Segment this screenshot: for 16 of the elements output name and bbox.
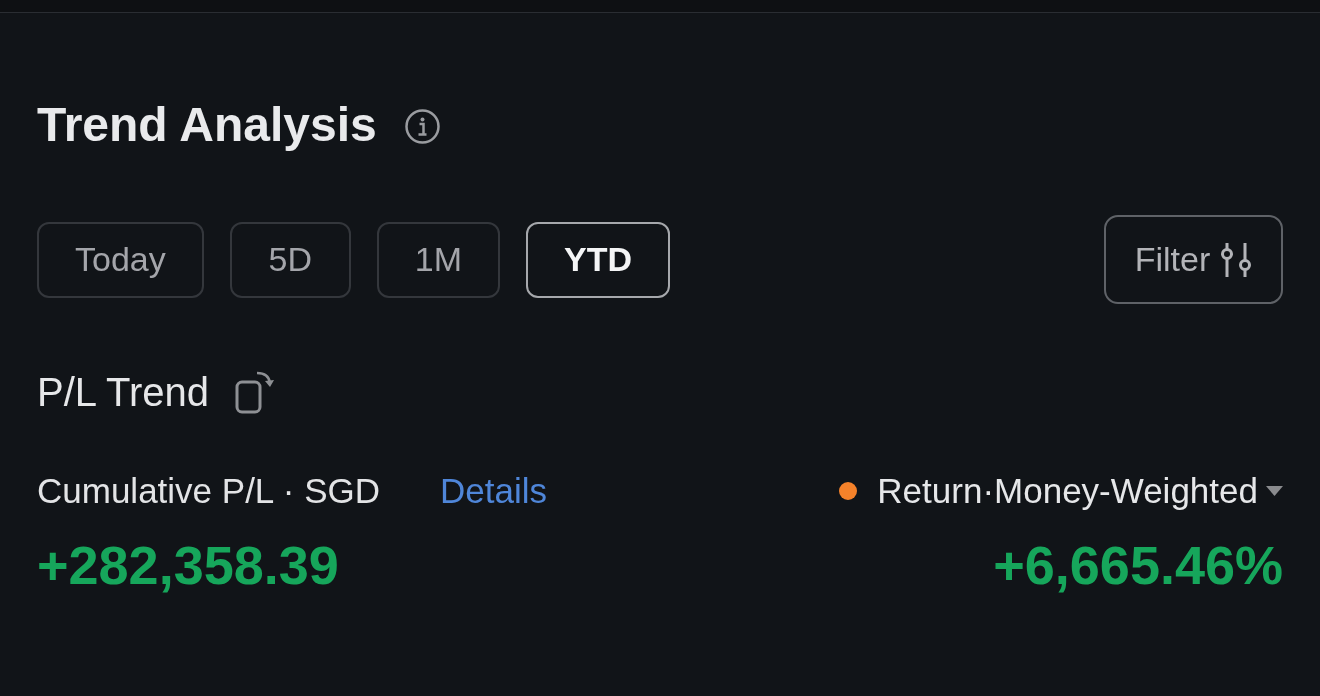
section-title: Trend Analysis — [37, 97, 377, 153]
period-tab[interactable]: 1M — [376, 221, 500, 298]
filter-button[interactable]: Filter — [1104, 215, 1283, 304]
details-link[interactable]: Details — [440, 471, 547, 511]
section-subtitle: P/L Trend — [37, 369, 209, 416]
return-value: +6,665.46% — [993, 535, 1283, 595]
period-tab[interactable]: 5D — [229, 221, 351, 298]
metric-label: Cumulative P/L · SGD — [37, 471, 380, 511]
rotate-device-icon[interactable] — [234, 370, 275, 414]
info-icon[interactable] — [404, 108, 440, 144]
period-tab[interactable]: Today — [37, 221, 204, 298]
period-tab[interactable]: YTD — [525, 221, 670, 298]
pl-value: +282,358.39 — [37, 535, 339, 595]
return-type-dropdown[interactable]: Return·Money-Weighted — [839, 471, 1283, 511]
caret-icon — [1266, 486, 1283, 496]
sliders-icon — [1220, 242, 1253, 277]
